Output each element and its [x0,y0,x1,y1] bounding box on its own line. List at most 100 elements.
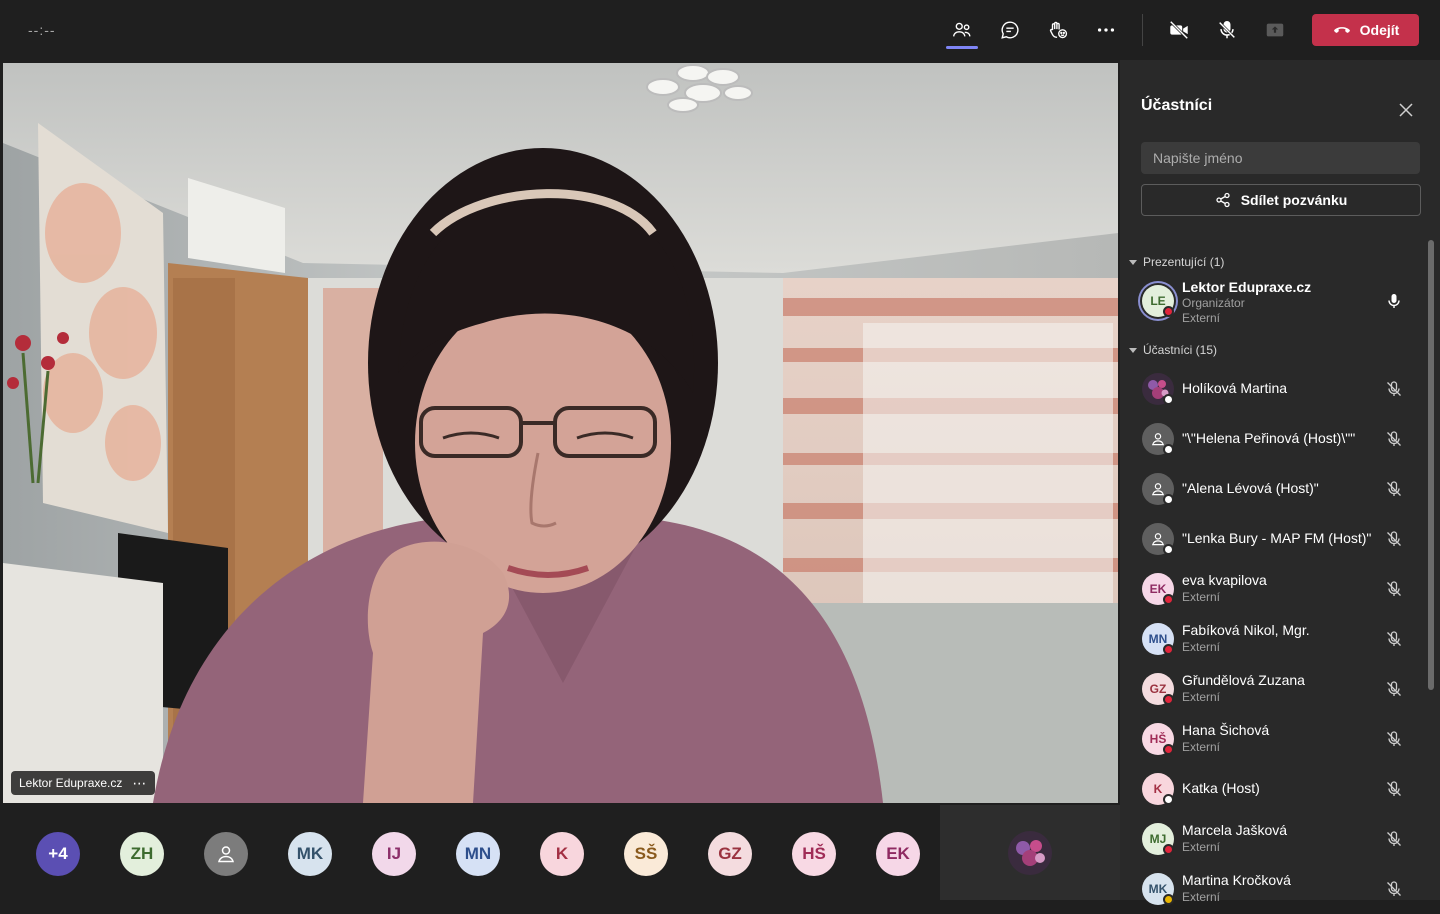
participant-row[interactable]: "Alena Lévová (Host)" [1120,464,1420,514]
mic-off-icon[interactable] [1384,629,1404,649]
meeting-toolbar: --:-- Odejít [0,0,1440,60]
participant-name: eva kvapilova [1182,572,1267,588]
participant-name: Gřundělová Zuzana [1182,672,1305,688]
participant-row[interactable]: K Katka (Host) [1120,764,1420,814]
participant-name: Fabíková Nikol, Mgr. [1182,622,1310,638]
person-icon [218,846,234,863]
speaker-name: Lektor Edupraxe.cz [19,776,123,790]
share-tray-icon[interactable] [1259,14,1291,46]
video-frame-image [3,63,1118,803]
participant-name: Marcela Jašková [1182,822,1288,838]
search-input[interactable] [1141,142,1420,174]
status-badge [1163,394,1174,405]
reactions-icon[interactable] [1042,14,1074,46]
chevron-down-icon [1129,259,1137,265]
participant-name: "\"Helena Peřinová (Host)\"" [1182,430,1356,446]
participant-row[interactable]: MJ Marcela Jašková Externí [1120,814,1420,864]
participant-name: Holíková Martina [1182,380,1288,396]
status-badge [1163,444,1174,455]
share-invite-label: Sdílet pozvánku [1240,192,1348,208]
status-badge [1163,544,1174,555]
close-icon[interactable] [1396,100,1416,120]
panel-scrollbar[interactable] [1428,240,1434,690]
status-badge [1163,744,1174,755]
mic-off-icon[interactable] [1384,479,1404,499]
participant-row[interactable]: "\"Helena Peřinová (Host)\"" [1120,414,1420,464]
mic-off-icon[interactable] [1384,679,1404,699]
presenter-role: Organizátor [1182,296,1245,310]
status-badge [1163,844,1174,855]
participant-name: Martina Kročková [1182,872,1291,888]
mic-off-icon[interactable] [1211,14,1243,46]
strip-avatar-person[interactable] [204,832,248,876]
mic-icon[interactable] [1384,291,1404,311]
participant-row[interactable]: "Lenka Bury - MAP FM (Host)" [1120,514,1420,564]
participant-row[interactable]: GZ Gřundělová Zuzana Externí [1120,664,1420,714]
chat-icon[interactable] [994,14,1026,46]
presenter-tag: Externí [1182,311,1221,325]
participant-tag: Externí [1182,640,1221,654]
self-avatar-photo [1008,831,1052,875]
share-icon [1216,192,1230,208]
attendees-header-label: Účastníci (15) [1143,343,1218,357]
participant-row[interactable]: MK Martina Kročková Externí [1120,864,1420,914]
strip-avatar[interactable]: IJ [372,832,416,876]
presenters-header-label: Prezentující (1) [1143,255,1225,269]
strip-avatar[interactable]: ZH [120,832,164,876]
people-icon[interactable] [946,14,978,46]
participants-panel: Účastníci Sdílet pozvánku Prezentující (… [1120,60,1440,905]
leave-label: Odejít [1359,22,1400,38]
participant-strip: +4 ZH MK IJ MN K SŠ GZ HŠ EK [0,805,1120,900]
mic-off-icon[interactable] [1384,729,1404,749]
mic-off-icon[interactable] [1384,529,1404,549]
status-badge [1163,306,1174,317]
participant-name: Katka (Host) [1182,780,1260,796]
status-badge [1163,644,1174,655]
participant-tag: Externí [1182,590,1221,604]
active-tab-indicator [946,46,978,49]
participant-name: Hana Šichová [1182,722,1270,738]
share-invite-button[interactable]: Sdílet pozvánku [1141,184,1421,216]
participant-name: "Alena Lévová (Host)" [1182,480,1319,496]
participant-name: "Lenka Bury - MAP FM (Host)" [1182,530,1372,546]
camera-off-icon[interactable] [1163,14,1195,46]
strip-avatar[interactable]: MN [456,832,500,876]
strip-avatar[interactable]: GZ [708,832,752,876]
status-badge [1163,594,1174,605]
panel-title: Účastníci [1141,97,1213,114]
mic-off-icon[interactable] [1384,579,1404,599]
self-preview-tile[interactable] [940,805,1120,900]
meeting-timer: --:-- [28,22,56,38]
presenter-row[interactable]: LE Lektor Edupraxe.cz Organizátor Extern… [1120,276,1420,326]
speaker-more-icon[interactable]: ⋯ [132,775,147,792]
strip-avatar[interactable]: K [540,832,584,876]
hang-up-icon [1333,27,1350,33]
leave-button[interactable]: Odejít [1312,14,1419,46]
attendees-section-header[interactable]: Účastníci (15) [1129,343,1217,357]
participant-row[interactable]: HŠ Hana Šichová Externí [1120,714,1420,764]
strip-avatar[interactable]: HŠ [792,832,836,876]
participant-tag: Externí [1182,890,1221,904]
speaker-video[interactable]: Lektor Edupraxe.cz ⋯ [3,63,1118,803]
mic-off-icon[interactable] [1384,829,1404,849]
participant-row[interactable]: MN Fabíková Nikol, Mgr. Externí [1120,614,1420,664]
mic-off-icon[interactable] [1384,379,1404,399]
mic-off-icon[interactable] [1384,429,1404,449]
chevron-down-icon [1129,347,1137,353]
mic-off-icon[interactable] [1384,879,1404,899]
strip-avatar[interactable]: EK [876,832,920,876]
mic-off-icon[interactable] [1384,779,1404,799]
more-icon[interactable] [1090,14,1122,46]
more-participants-button[interactable]: +4 [36,832,80,876]
strip-avatar[interactable]: SŠ [624,832,668,876]
participant-row[interactable]: Holíková Martina [1120,364,1420,414]
presenters-section-header[interactable]: Prezentující (1) [1129,255,1224,269]
speaker-name-tag: Lektor Edupraxe.cz ⋯ [11,771,156,795]
status-badge [1163,794,1174,805]
status-badge [1163,694,1174,705]
participant-tag: Externí [1182,690,1221,704]
participant-tag: Externí [1182,840,1221,854]
strip-avatar[interactable]: MK [288,832,332,876]
status-badge [1163,494,1174,505]
participant-row[interactable]: EK eva kvapilova Externí [1120,564,1420,614]
